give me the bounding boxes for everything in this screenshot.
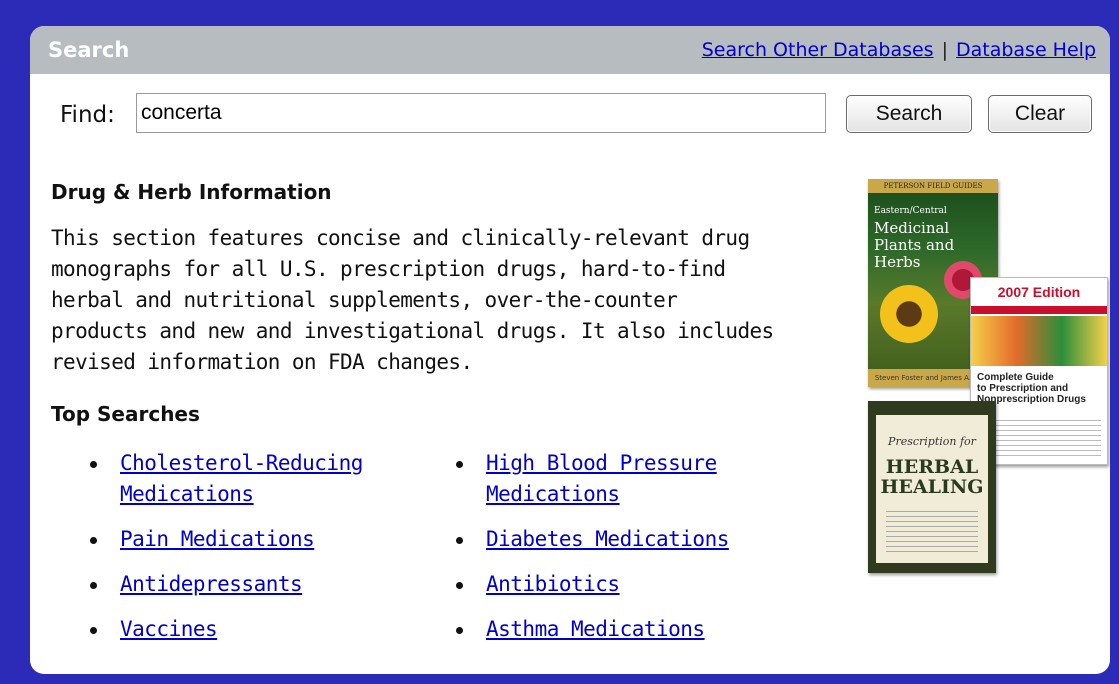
bullet-icon: [90, 537, 97, 544]
diabetes-medications-link[interactable]: Diabetes Medications: [486, 527, 729, 551]
cover-strip: [971, 306, 1107, 314]
book-covers: PETERSON FIELD GUIDES Eastern/Central Me…: [866, 179, 1108, 579]
top-searches-column-2: High Blood Pressure Medications Diabetes …: [454, 448, 814, 659]
find-label: Find:: [60, 102, 115, 128]
list-item: Antidepressants: [88, 569, 418, 600]
description-line: revised information on FDA changes.: [51, 350, 473, 374]
list-item: High Blood Pressure Medications: [454, 448, 814, 510]
search-other-databases-link[interactable]: Search Other Databases: [702, 39, 934, 61]
list-item: Cholesterol-Reducing Medications: [88, 448, 418, 510]
book-title: Eastern/Central Medicinal Plants and Her…: [874, 206, 955, 271]
antidepressants-link[interactable]: Antidepressants: [120, 572, 303, 596]
list-item: Antibiotics: [454, 569, 814, 600]
top-searches-column-1: Cholesterol-Reducing Medications Pain Med…: [88, 448, 418, 659]
book-title: HERBAL HEALING: [880, 456, 984, 498]
section-title: Drug & Herb Information: [51, 180, 332, 204]
pills-image: [971, 316, 1107, 366]
bullet-icon: [456, 582, 463, 589]
vaccines-link[interactable]: Vaccines: [120, 617, 218, 641]
cover-text-lines: [886, 511, 978, 555]
section-description: This section features concise and clinic…: [51, 223, 851, 378]
search-panel: Search Search Other Databases | Database H…: [30, 26, 1110, 674]
list-item: Pain Medications: [88, 524, 418, 555]
book-edition: 2007 Edition: [997, 284, 1081, 300]
description-line: products and new and investigational dru…: [51, 319, 774, 343]
book-pretitle: Prescription for: [888, 435, 976, 448]
bullet-icon: [90, 582, 97, 589]
book-cover-herbal-healing: Prescription for HERBAL HEALING: [868, 401, 996, 573]
sunflower-icon: [880, 285, 938, 343]
link-separator: |: [941, 39, 948, 61]
description-line: monographs for all U.S. prescription dru…: [51, 257, 726, 281]
search-header: Search Search Other Databases | Database H…: [30, 26, 1110, 74]
list-item: Asthma Medications: [454, 614, 814, 645]
bullet-icon: [90, 627, 97, 634]
book-header: PETERSON FIELD GUIDES: [868, 179, 998, 193]
antibiotics-link[interactable]: Antibiotics: [486, 572, 620, 596]
clear-button[interactable]: Clear: [988, 95, 1092, 133]
search-input[interactable]: [136, 93, 826, 133]
bullet-icon: [456, 461, 463, 468]
search-button[interactable]: Search: [846, 95, 972, 133]
list-item: Diabetes Medications: [454, 524, 814, 555]
bullet-icon: [90, 461, 97, 468]
asthma-medications-link[interactable]: Asthma Medications: [486, 617, 705, 641]
cholesterol-reducing-medications-link[interactable]: Cholesterol-Reducing Medications: [120, 451, 363, 506]
high-blood-pressure-medications-link[interactable]: High Blood Pressure Medications: [486, 451, 717, 506]
bullet-icon: [456, 627, 463, 634]
bullet-icon: [456, 537, 463, 544]
panel-title: Search: [48, 38, 130, 62]
top-searches-title: Top Searches: [51, 402, 200, 426]
header-links: Search Other Databases | Database Help: [702, 39, 1096, 61]
database-help-link[interactable]: Database Help: [956, 39, 1096, 61]
list-item: Vaccines: [88, 614, 418, 645]
pain-medications-link[interactable]: Pain Medications: [120, 527, 315, 551]
description-line: herbal and nutritional supplements, over…: [51, 288, 678, 312]
description-line: This section features concise and clinic…: [51, 226, 750, 250]
